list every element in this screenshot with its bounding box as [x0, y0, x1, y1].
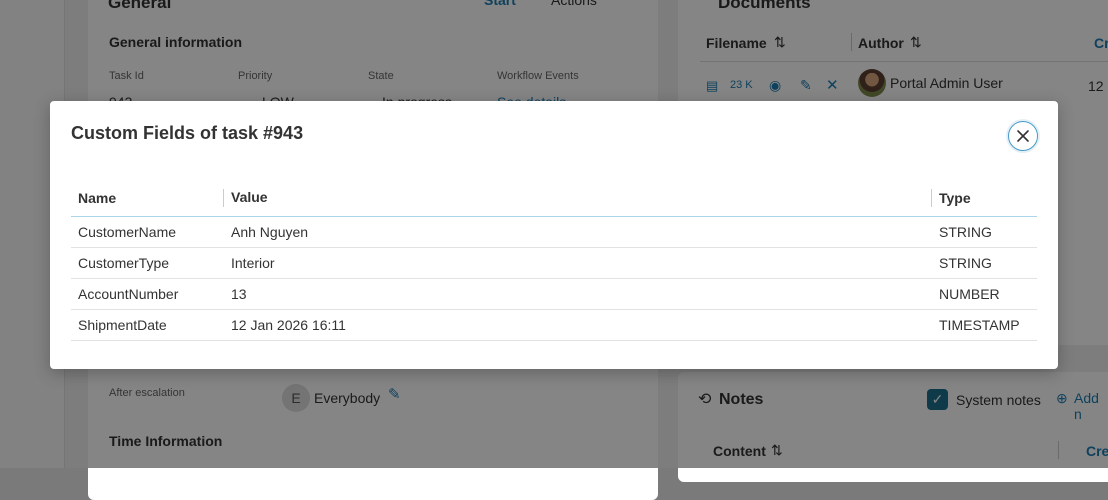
field-type: STRING: [932, 216, 1037, 248]
custom-fields-dialog: Custom Fields of task #943 Name Value Ty…: [50, 101, 1058, 369]
field-name: CustomerName: [71, 216, 224, 248]
table-header-row: Name Value Type: [71, 180, 1037, 217]
value-column-label: Value: [231, 189, 268, 205]
field-name: CustomerType: [71, 247, 224, 279]
field-value: Interior: [224, 247, 932, 279]
field-type: NUMBER: [932, 278, 1037, 310]
field-name: ShipmentDate: [71, 309, 224, 341]
close-icon: [1017, 130, 1029, 142]
field-name: AccountNumber: [71, 278, 224, 310]
name-column-header: Name: [71, 180, 224, 217]
table-row: CustomerName Anh Nguyen STRING: [71, 216, 1037, 248]
column-divider: [223, 189, 224, 207]
column-divider: [931, 189, 932, 207]
table-row: CustomerType Interior STRING: [71, 247, 1037, 279]
type-column-header: Type: [931, 180, 1037, 217]
field-value: Anh Nguyen: [224, 216, 932, 248]
field-type: TIMESTAMP: [932, 309, 1037, 341]
dialog-title: Custom Fields of task #943: [71, 123, 304, 143]
table-row: ShipmentDate 12 Jan 2026 16:11 TIMESTAMP: [71, 309, 1037, 341]
close-button[interactable]: [1008, 121, 1038, 151]
field-type: STRING: [932, 247, 1037, 279]
custom-fields-table: Name Value Type CustomerName Anh Nguyen …: [71, 180, 1037, 341]
value-column-header: Value: [223, 180, 932, 217]
table-row: AccountNumber 13 NUMBER: [71, 278, 1037, 310]
field-value: 13: [224, 278, 932, 310]
type-column-label: Type: [939, 190, 971, 206]
field-value: 12 Jan 2026 16:11: [224, 309, 932, 341]
